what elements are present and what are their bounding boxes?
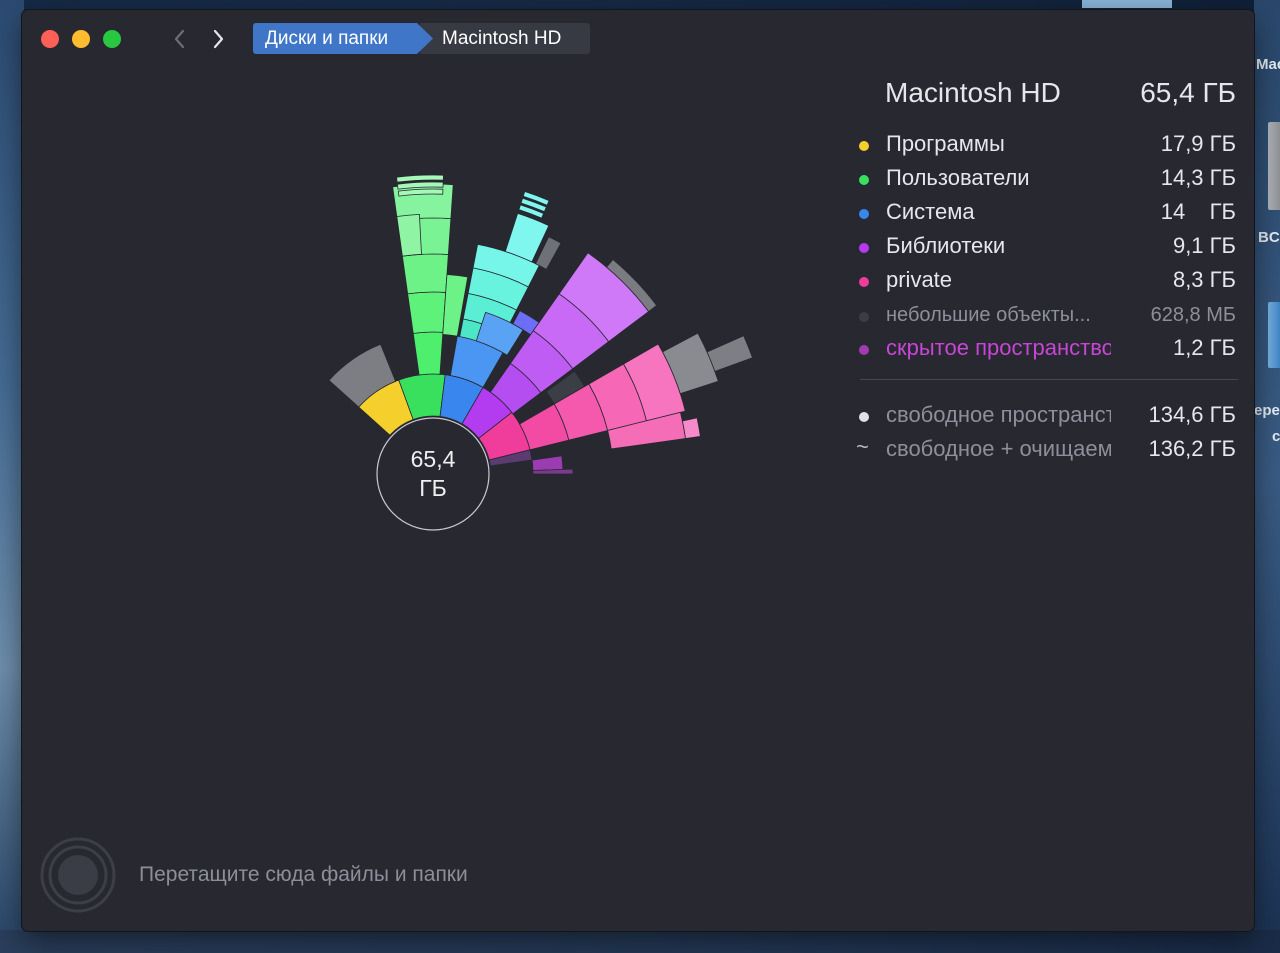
desktop-window-edge: [1082, 0, 1172, 8]
segment-users-sub[interactable]: [396, 174, 444, 183]
desktop-folder-icon[interactable]: [1268, 302, 1280, 368]
sunburst-chart[interactable]: [22, 10, 882, 610]
legend-value: 14,3 ГБ: [1160, 165, 1236, 190]
legend-dot: [859, 312, 869, 322]
legend-value: 14 ГБ: [1160, 199, 1236, 224]
legend-dot: [859, 175, 869, 185]
segment-users-sub[interactable]: [396, 213, 422, 257]
legend-row-system[interactable]: Система 14 ГБ: [856, 197, 1236, 227]
legend-dot: [859, 277, 869, 287]
legend-label: свободное пространство: [886, 402, 1111, 427]
drop-target-icon[interactable]: [40, 837, 116, 913]
segment-private-sub[interactable]: [681, 417, 701, 439]
legend-value: 17,9 ГБ: [1160, 131, 1236, 156]
legend-value: 1,2 ГБ: [1172, 335, 1236, 360]
segment-hidden-sub[interactable]: [531, 455, 564, 471]
legend-title: Macintosh HD: [885, 77, 1061, 108]
legend-row-small-objects[interactable]: небольшие объекты... 628,8 МБ: [856, 300, 1236, 330]
center-size-label: 65,4 ГБ: [378, 445, 488, 503]
legend-row-libraries[interactable]: Библиотеки 9,1 ГБ: [856, 231, 1236, 261]
legend-dot: [859, 345, 869, 355]
legend-dot: [859, 243, 869, 253]
legend-row-users[interactable]: Пользователи 14,3 ГБ: [856, 163, 1236, 193]
legend-row-free-purgeable[interactable]: ~ свободное + очищаемое 136,2 ГБ: [856, 434, 1236, 464]
center-size-value: 65,4: [410, 446, 456, 472]
desktop-label-epe: epe: [1254, 402, 1280, 419]
legend-value: 9,1 ГБ: [1172, 233, 1236, 258]
legend-label: Программы: [886, 131, 1005, 156]
free-space-dot: [859, 412, 869, 422]
legend-label: небольшие объекты...: [886, 304, 1091, 326]
sunburst-segments[interactable]: [328, 174, 754, 475]
legend-row-hidden-space[interactable]: скрытое пространство 1,2 ГБ: [856, 333, 1236, 363]
breadcrumb-disks-and-folders[interactable]: Диски и папки: [253, 23, 433, 54]
segment-private-sub[interactable]: [706, 335, 754, 372]
legend-value: 8,3 ГБ: [1172, 267, 1236, 292]
legend-label: Библиотеки: [886, 233, 1006, 258]
desktop-background-left: [0, 0, 24, 953]
legend-value: 134,6 ГБ: [1148, 402, 1236, 427]
segment-users-sub[interactable]: [412, 331, 444, 376]
legend-value: 136,2 ГБ: [1148, 436, 1236, 461]
legend-row-free-space[interactable]: свободное пространство 134,6 ГБ: [856, 400, 1236, 430]
desktop-label-bc: BC: [1258, 229, 1280, 246]
legend-label: свободное + очищаемое: [886, 436, 1111, 461]
desktop-label-mac: Mac: [1256, 56, 1280, 73]
center-size-unit: ГБ: [419, 475, 447, 501]
legend-row-programs[interactable]: Программы 17,9 ГБ: [856, 129, 1236, 159]
legend-dot: [859, 141, 869, 151]
desktop-label-c: c: [1272, 428, 1280, 445]
legend-row-private[interactable]: private 8,3 ГБ: [856, 265, 1236, 295]
legend-dot: [859, 209, 869, 219]
legend-value: 628,8 МБ: [1150, 304, 1236, 326]
legend-label: Система: [886, 199, 975, 224]
legend-label: Пользователи: [886, 165, 1030, 190]
segment-users-sub[interactable]: [407, 291, 447, 334]
tilde-marker: ~: [856, 434, 869, 459]
app-window: Macintosh HD Диски и папки 65,4 ГБ Macin…: [22, 10, 1254, 931]
segment-users-sub[interactable]: [401, 253, 449, 295]
desktop-drive-icon[interactable]: [1268, 122, 1280, 210]
legend-divider: [860, 379, 1238, 380]
legend-label: скрытое пространство: [886, 335, 1111, 360]
drop-hint: Перетащите сюда файлы и папки: [139, 863, 468, 886]
legend-total: 65,4 ГБ: [1140, 77, 1236, 108]
legend-label: private: [886, 267, 953, 292]
desktop-background-bottom: [0, 930, 1280, 953]
